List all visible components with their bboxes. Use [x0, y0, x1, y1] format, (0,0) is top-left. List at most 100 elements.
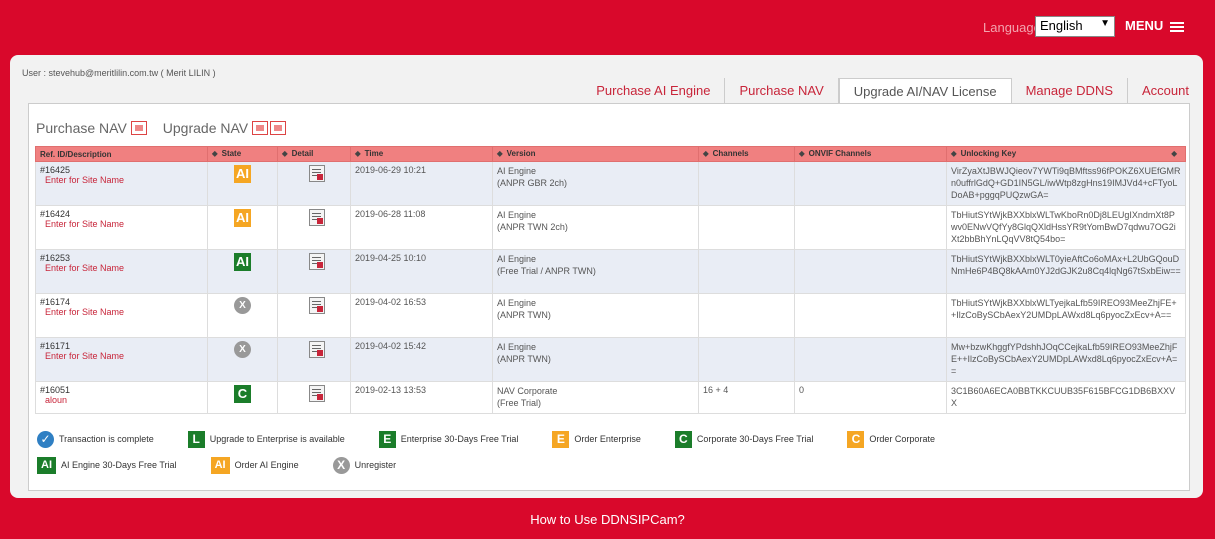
purchase-nav-link[interactable]: Purchase NAV [36, 120, 127, 136]
detail-icon[interactable] [309, 165, 325, 182]
col-state[interactable]: ⬥ State [207, 146, 278, 162]
menu-label: MENU [1125, 18, 1164, 33]
upgrade-nav-link[interactable]: Upgrade NAV [163, 120, 248, 136]
version-detail: (ANPR TWN) [497, 354, 551, 364]
col-unlock-key[interactable]: ⬥ Unlocking Key ⬥ [946, 146, 1186, 162]
onvif-cell [794, 249, 947, 294]
state-badge: AI [234, 165, 251, 183]
unlock-key: TbHiutSYtWjkBXXblxWLTwKboRn0Dj8LEUgIXndm… [946, 205, 1186, 250]
version-name: NAV Corporate [497, 386, 558, 396]
ref-id: #16425 [40, 165, 71, 175]
legend-text: Corporate 30-Days Free Trial [696, 434, 814, 444]
tab-purchase-ai-engine[interactable]: Purchase AI Engine [582, 78, 726, 103]
detail-icon[interactable] [309, 341, 325, 358]
site-name-link[interactable]: Enter for Site Name [45, 219, 203, 229]
top-bar: Language: English ▼ MENU [0, 0, 1215, 50]
col-time[interactable]: ⬥ Time [350, 146, 493, 162]
detail-icon[interactable] [309, 209, 325, 226]
tab-manage-ddns[interactable]: Manage DDNS [1012, 78, 1129, 103]
time-cell: 2019-04-25 10:10 [350, 249, 493, 294]
legend-item: ✓ Transaction is complete [37, 430, 154, 448]
legend-badge-icon: AI [210, 456, 230, 474]
unlock-key: 3C1B60A6ECA0BBTKKCUUB35F615BFCG1DB6BXXVX [946, 381, 1186, 414]
version-detail: (ANPR GBR 2ch) [497, 178, 568, 188]
onvif-cell [794, 161, 947, 206]
legend-badge-icon: L [187, 430, 205, 448]
site-name-link[interactable]: aloun [45, 395, 203, 405]
detail-icon[interactable] [309, 253, 325, 270]
col-version[interactable]: ⬥ Version [492, 146, 699, 162]
tab-upgrade-license[interactable]: Upgrade AI/NAV License [838, 78, 1012, 103]
version-name: AI Engine [497, 254, 537, 264]
legend-item: C Corporate 30-Days Free Trial [674, 430, 814, 448]
table-row: #16424 Enter for Site Name AI 2019-06-28 11… [35, 205, 1186, 250]
ref-id: #16253 [40, 253, 71, 263]
state-badge: AI [234, 209, 251, 227]
col-onvif[interactable]: ⬥ ONVIF Channels [794, 146, 947, 162]
channels-cell [698, 161, 795, 206]
purchase-monitor-icon[interactable] [130, 121, 147, 135]
legend-text: Order Corporate [869, 434, 935, 444]
upgrade-window-alt-icon[interactable] [270, 121, 287, 135]
ref-id: #16171 [40, 341, 71, 351]
detail-icon[interactable] [309, 385, 325, 402]
tab-account[interactable]: Account [1128, 78, 1203, 103]
unregistered-badge-icon: X [234, 341, 251, 358]
channels-cell: 16 + 4 [698, 381, 795, 414]
version-name: AI Engine [497, 210, 537, 220]
legend-badge-icon: C [674, 430, 692, 448]
ref-id: #16174 [40, 297, 71, 307]
legend-item: AI Order AI Engine [210, 456, 299, 474]
unlock-key: TbHiutSYtWjkBXXblxWLTyejkaLfb59IREO93Mee… [946, 293, 1186, 338]
site-name-link[interactable]: Enter for Site Name [45, 175, 203, 185]
table-row: #16051 aloun C 2019-02-13 13:53 NAV Corporat… [35, 381, 1186, 414]
state-badge: AI [234, 253, 251, 271]
tab-purchase-nav[interactable]: Purchase NAV [725, 78, 839, 103]
language-value: English [1040, 18, 1083, 33]
unlock-key: TbHiutSYtWjkBXXblxWLT0yieAftCo6oMAx+L2Ub… [946, 249, 1186, 294]
legend-item: L Upgrade to Enterprise is available [187, 430, 345, 448]
site-name-link[interactable]: Enter for Site Name [45, 351, 203, 361]
table-row: #16171 Enter for Site Name X 2019-04-02 15:… [35, 337, 1186, 382]
channels-cell [698, 337, 795, 382]
version-detail: (ANPR TWN) [497, 310, 551, 320]
version-name: AI Engine [497, 166, 537, 176]
legend-text: Order AI Engine [234, 460, 299, 470]
content-area: Purchase NAV Upgrade NAV Ref. ID/Descrip… [28, 103, 1190, 491]
legend-text: Unregister [354, 460, 397, 470]
upgrade-window-icon[interactable] [252, 121, 269, 135]
legend-badge-icon: E [552, 430, 570, 448]
detail-icon[interactable] [309, 297, 325, 314]
version-name: AI Engine [497, 298, 537, 308]
legend-badge-icon: C [847, 430, 865, 448]
ref-id: #16424 [40, 209, 71, 219]
unlock-key: VirZyaXtJBWJQieov7YWTi9qBMftss96fPOKZ6XU… [946, 161, 1186, 206]
channels-cell [698, 293, 795, 338]
onvif-cell [794, 205, 947, 250]
site-name-link[interactable]: Enter for Site Name [45, 263, 203, 273]
time-cell: 2019-02-13 13:53 [350, 381, 493, 414]
col-channels[interactable]: ⬥ Channels [698, 146, 795, 162]
nav-tabs: Purchase AI Engine Purchase NAV Upgrade … [582, 78, 1203, 103]
main-panel: User : stevehub@meritlilin.com.tw ( Meri… [10, 55, 1203, 498]
legend-text: AI Engine 30-Days Free Trial [61, 460, 177, 470]
menu-button[interactable]: MENU [1125, 18, 1184, 34]
legend-item: E Order Enterprise [552, 430, 641, 448]
dropdown-arrow-icon: ▼ [1100, 18, 1110, 29]
onvif-cell: 0 [794, 381, 947, 414]
time-cell: 2019-06-28 11:08 [350, 205, 493, 250]
footer-help-link[interactable]: How to Use DDNSIPCam? [0, 512, 1215, 527]
subheader-actions: Purchase NAV Upgrade NAV [36, 120, 288, 136]
legend-badge-icon: X [332, 456, 350, 474]
legend-badge-icon: E [378, 430, 396, 448]
language-select[interactable]: English ▼ [1035, 16, 1115, 37]
col-detail[interactable]: ⬥ Detail [277, 146, 351, 162]
col-ref[interactable]: Ref. ID/Description [35, 146, 208, 162]
legend-text: Order Enterprise [574, 434, 641, 444]
version-name: AI Engine [497, 342, 537, 352]
version-detail: (Free Trial) [497, 398, 542, 408]
table-row: #16425 Enter for Site Name AI 2019-06-29 10… [35, 161, 1186, 206]
license-table: Ref. ID/Description ⬥ State ⬥ Detail ⬥ Time… [35, 146, 1186, 414]
time-cell: 2019-04-02 15:42 [350, 337, 493, 382]
site-name-link[interactable]: Enter for Site Name [45, 307, 203, 317]
